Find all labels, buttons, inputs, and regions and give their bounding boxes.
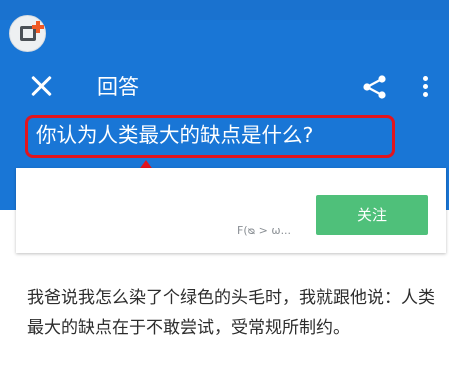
more-vertical-icon[interactable]: [423, 76, 429, 98]
share-icon[interactable]: [362, 75, 388, 99]
status-bar: [0, 0, 449, 20]
page-title: 回答: [97, 75, 139, 99]
follow-button[interactable]: 关注: [316, 195, 428, 235]
question-highlight-box: [25, 115, 395, 158]
answer-text: 我爸说我怎么染了个绿色的头毛时，我就跟他说：人类最大的缺点在于不敢尝试，受常规所…: [27, 288, 435, 338]
author-name[interactable]: F(ᴓ > ω...: [237, 223, 291, 239]
close-icon[interactable]: [30, 75, 52, 97]
answer-next-line-faded: [27, 370, 437, 381]
floating-app-icon[interactable]: [9, 15, 46, 52]
